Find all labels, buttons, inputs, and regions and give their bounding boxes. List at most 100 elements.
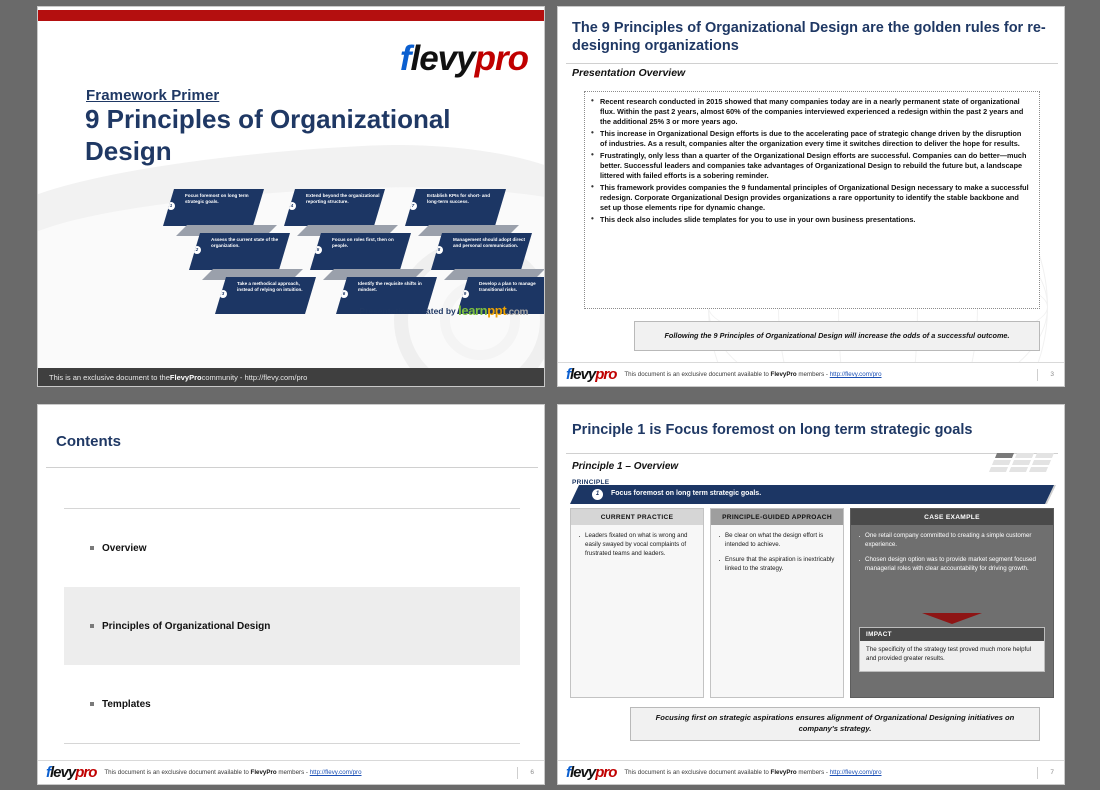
column-bullet: Chosen design option was to provide mark… [858, 554, 1046, 574]
chevron-number: 4 [288, 202, 296, 210]
learnppt-logo: learnppt.com [458, 303, 528, 318]
framework-primer-kicker: Framework Primer [86, 87, 220, 104]
column-bullet: One retail company committed to creating… [858, 530, 1046, 550]
footer-link[interactable]: http://flevy.com/pro [830, 371, 882, 378]
impact-arrow-icon [922, 613, 982, 624]
logo-pro: pro [595, 764, 617, 781]
principle-chevron: 1 Focus foremost on long term strategic g… [163, 189, 264, 226]
column-header: CURRENT PRACTICE [571, 509, 703, 525]
logo-levy: levy [570, 764, 596, 781]
slide-presentation-overview[interactable]: The 9 Principles of Organizational Desig… [557, 6, 1065, 387]
principle-chevron: 8 Management should adopt direct and pers… [431, 233, 532, 270]
impact-header: IMPACT [860, 628, 1044, 641]
footer-text-part1: This document is an exclusive document a… [624, 769, 771, 776]
chevron-text: Develop a plan to manage transitional ri… [479, 281, 536, 293]
page-number: 7 [1050, 769, 1054, 776]
page-number: 3 [1050, 371, 1054, 378]
overview-bullets-box: Recent research conducted in 2015 showed… [584, 91, 1040, 309]
footer-text-part2: members - [796, 371, 830, 378]
footer-divider [517, 767, 518, 779]
slide1-title: 9 Principles of Organizational Design [85, 104, 451, 166]
footer-link[interactable]: http://flevy.com/pro [830, 769, 882, 776]
footer-text-part2: members - [796, 769, 830, 776]
principle-chevron: 7 Establish KPIs for short- and long-term… [405, 189, 506, 226]
slide2-takeaway-text: Following the 9 Principles of Organizati… [664, 330, 1010, 340]
slide-contents[interactable]: Contents Overview Principles of Organizat… [37, 404, 545, 785]
principle-chevron: 4 Extend beyond the organizational report… [284, 189, 385, 226]
slide2-footer: flevypro This document is an exclusive d… [558, 362, 1064, 386]
created-by-credit: Presentation created by learnppt.com [359, 303, 528, 318]
overview-bullet-list: Recent research conducted in 2015 showed… [590, 96, 1030, 225]
slide4-subtitle: Principle 1 – Overview [572, 461, 679, 472]
slide4-takeaway-box: Focusing first on strategic aspirations … [630, 707, 1040, 741]
slide2-title-rule [566, 63, 1058, 64]
slide3-footer: flevypro This document is an exclusive d… [38, 760, 544, 784]
chevron-number: 2 [193, 246, 201, 254]
logo-f: f [399, 39, 412, 78]
footer-brand: FlevyPro [770, 769, 797, 776]
created-by-label: Presentation created by [359, 306, 456, 316]
chevron-text: Extend beyond the organizational reporti… [306, 193, 380, 205]
overview-bullet: This framework provides companies the 9 … [590, 182, 1030, 213]
footer-text: This document is an exclusive document a… [624, 769, 881, 776]
principle-banner: 1 Focus foremost on long term strategic … [570, 485, 1056, 504]
principle-chevron: 5 Focus on roles first, then on people. [310, 233, 411, 270]
overview-bullet: This increase in Organizational Design e… [590, 128, 1030, 149]
column-bullet-list: One retail company committed to creating… [851, 525, 1053, 574]
contents-item-templates[interactable]: Templates [64, 665, 520, 743]
slide3-title-rule [46, 467, 538, 468]
chevron-text: Identify the requisite shifts in mindset… [358, 281, 422, 293]
flevypro-footer-logo: flevypro [566, 366, 617, 383]
contents-item-principles-of-organizational-design[interactable]: Principles of Organizational Design [64, 587, 520, 665]
slide-principle-1[interactable]: Principle 1 is Focus foremost on long te… [557, 404, 1065, 785]
principle-number-badge: 1 [592, 489, 603, 500]
principle-column-2: PRINCIPLE-GUIDED APPROACH Be clear on wha… [710, 508, 844, 698]
footer-text-part1: This document is an exclusive document a… [624, 371, 771, 378]
page-number: 6 [530, 769, 534, 776]
column-header: PRINCIPLE-GUIDED APPROACH [711, 509, 843, 525]
chevron-text: Assess the current state of the organiza… [211, 237, 279, 249]
column-bullet: Leaders fixated on what is wrong and eas… [578, 530, 696, 559]
overview-bullet: Frustratingly, only less than a quarter … [590, 150, 1030, 181]
column-bullet-list: Be clear on what the design effort is in… [711, 525, 843, 574]
slide4-title: Principle 1 is Focus foremost on long te… [572, 422, 973, 438]
chevron-text: Establish KPIs for short- and long-term … [427, 193, 491, 205]
principle-column-3: CASE EXAMPLE One retail company committed… [850, 508, 1054, 698]
footer-text-part1: This is an exclusive document to the [49, 372, 170, 382]
footer-link[interactable]: http://flevy.com/pro [310, 769, 362, 776]
contents-item-label: Templates [102, 698, 151, 710]
red-accent-bar [38, 10, 544, 21]
column-bullet: Be clear on what the design effort is in… [718, 530, 836, 550]
chevron-number: 3 [219, 290, 227, 298]
contents-item-overview[interactable]: Overview [64, 509, 520, 587]
principle-column-1: CURRENT PRACTICE Leaders fixated on what … [570, 508, 704, 698]
logo-levy: levy [50, 764, 76, 781]
overview-bullet: This deck also includes slide templates … [590, 214, 1030, 225]
overview-bullet: Recent research conducted in 2015 showed… [590, 96, 1030, 127]
chevron-number: 5 [314, 246, 322, 254]
logo-pro: pro [474, 39, 529, 78]
footer-text: This document is an exclusive document a… [104, 769, 361, 776]
footer-text-part2: community - http://flevy.com/pro [201, 372, 308, 382]
contents-item-label: Overview [102, 542, 147, 554]
flevypro-footer-logo: flevypro [46, 764, 97, 781]
column-bullet-list: Leaders fixated on what is wrong and eas… [571, 525, 703, 559]
principle-banner-text: Focus foremost on long term strategic go… [611, 490, 762, 497]
contents-item-label: Principles of Organizational Design [102, 620, 271, 632]
chevron-text: Management should adopt direct and perso… [453, 237, 525, 249]
footer-brand: FlevyPro [770, 371, 797, 378]
chevron-number: 8 [435, 246, 443, 254]
slide1-footer-bar: This is an exclusive document to the Fle… [38, 368, 544, 386]
principle-columns: CURRENT PRACTICE Leaders fixated on what … [570, 508, 1054, 698]
slide-title-page[interactable]: flevypro Framework Primer 9 Principles o… [37, 6, 545, 387]
chevron-number: 7 [409, 202, 417, 210]
slide-tiles-icon [988, 453, 1055, 477]
chevron-text: Focus foremost on long term strategic go… [185, 193, 249, 205]
slides-overview-page: flevypro Framework Primer 9 Principles o… [0, 0, 1100, 790]
logo-ppt: ppt [487, 303, 507, 318]
slide2-takeaway-box: Following the 9 Principles of Organizati… [634, 321, 1040, 351]
footer-text-part1: This document is an exclusive document a… [104, 769, 251, 776]
footer-divider [1037, 767, 1038, 779]
logo-pro: pro [595, 366, 617, 383]
footer-brand: FlevyPro [250, 769, 277, 776]
